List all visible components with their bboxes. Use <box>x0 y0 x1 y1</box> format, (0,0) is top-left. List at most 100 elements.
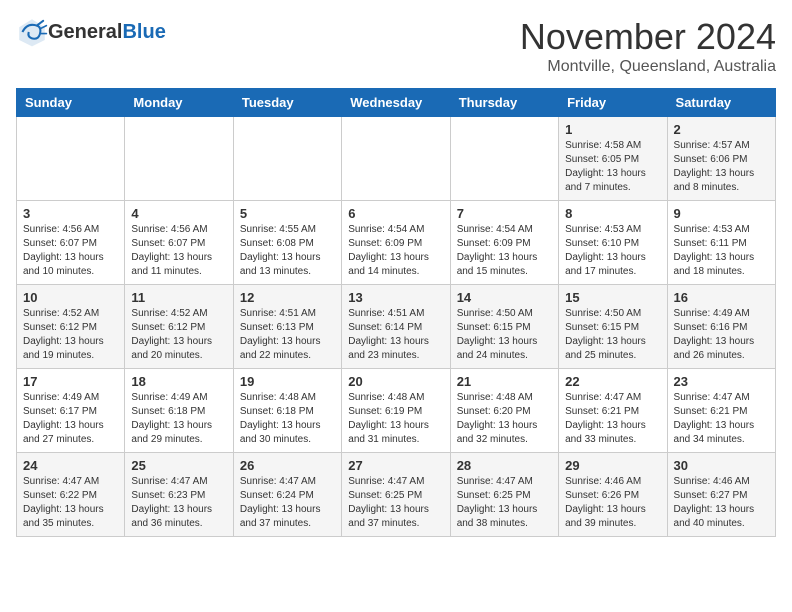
calendar-cell: 20 Sunrise: 4:48 AM Sunset: 6:19 PM Dayli… <box>342 369 450 453</box>
day-number: 12 <box>240 290 335 305</box>
logo: GeneralBlue <box>16 16 166 48</box>
calendar-week-row: 17 Sunrise: 4:49 AM Sunset: 6:17 PM Dayli… <box>17 369 776 453</box>
calendar-cell: 24 Sunrise: 4:47 AM Sunset: 6:22 PM Dayli… <box>17 453 125 537</box>
calendar-cell: 5 Sunrise: 4:55 AM Sunset: 6:08 PM Daylig… <box>233 201 341 285</box>
calendar-week-row: 10Sunrise: 4:52 AM Sunset: 6:12 PM Dayli… <box>17 285 776 369</box>
day-info: Sunrise: 4:47 AM Sunset: 6:25 PM Dayligh… <box>457 475 552 531</box>
page-header: GeneralBlue November 2024 Montville, Que… <box>16 16 776 76</box>
day-info: Sunrise: 4:47 AM Sunset: 6:22 PM Dayligh… <box>23 475 118 531</box>
day-number: 6 <box>348 206 443 221</box>
day-number: 9 <box>674 206 769 221</box>
day-info: Sunrise: 4:58 AM Sunset: 6:05 PM Dayligh… <box>565 139 660 195</box>
calendar-cell: 1Sunrise: 4:58 AM Sunset: 6:05 PM Daylig… <box>559 117 667 201</box>
day-number: 26 <box>240 458 335 473</box>
weekday-header-thursday: Thursday <box>450 89 558 117</box>
day-info: Sunrise: 4:51 AM Sunset: 6:13 PM Dayligh… <box>240 307 335 363</box>
day-info: Sunrise: 4:48 AM Sunset: 6:18 PM Dayligh… <box>240 391 335 447</box>
logo-blue-text: Blue <box>122 21 165 43</box>
weekday-header-row: SundayMondayTuesdayWednesdayThursdayFrid… <box>17 89 776 117</box>
calendar-cell: 7Sunrise: 4:54 AM Sunset: 6:09 PM Daylig… <box>450 201 558 285</box>
weekday-header-tuesday: Tuesday <box>233 89 341 117</box>
day-info: Sunrise: 4:53 AM Sunset: 6:10 PM Dayligh… <box>565 223 660 279</box>
day-info: Sunrise: 4:47 AM Sunset: 6:25 PM Dayligh… <box>348 475 443 531</box>
day-number: 28 <box>457 458 552 473</box>
day-info: Sunrise: 4:46 AM Sunset: 6:27 PM Dayligh… <box>674 475 769 531</box>
day-number: 29 <box>565 458 660 473</box>
day-number: 19 <box>240 374 335 389</box>
day-number: 5 <box>240 206 335 221</box>
calendar-week-row: 24 Sunrise: 4:47 AM Sunset: 6:22 PM Dayli… <box>17 453 776 537</box>
calendar-cell: 14 Sunrise: 4:50 AM Sunset: 6:15 PM Dayli… <box>450 285 558 369</box>
weekday-header-wednesday: Wednesday <box>342 89 450 117</box>
calendar-table: SundayMondayTuesdayWednesdayThursdayFrid… <box>16 88 776 537</box>
day-number: 18 <box>131 374 226 389</box>
day-number: 27 <box>348 458 443 473</box>
calendar-cell: 22 Sunrise: 4:47 AM Sunset: 6:21 PM Dayli… <box>559 369 667 453</box>
day-number: 14 <box>457 290 552 305</box>
calendar-cell: 9 Sunrise: 4:53 AM Sunset: 6:11 PM Daylig… <box>667 201 775 285</box>
calendar-cell: 21 Sunrise: 4:48 AM Sunset: 6:20 PM Dayli… <box>450 369 558 453</box>
calendar-cell: 27 Sunrise: 4:47 AM Sunset: 6:25 PM Dayli… <box>342 453 450 537</box>
page-subtitle: Montville, Queensland, Australia <box>520 58 776 76</box>
calendar-cell: 4Sunrise: 4:56 AM Sunset: 6:07 PM Daylig… <box>125 201 233 285</box>
day-info: Sunrise: 4:52 AM Sunset: 6:12 PM Dayligh… <box>23 307 118 363</box>
weekday-header-monday: Monday <box>125 89 233 117</box>
day-info: Sunrise: 4:48 AM Sunset: 6:19 PM Dayligh… <box>348 391 443 447</box>
day-info: Sunrise: 4:53 AM Sunset: 6:11 PM Dayligh… <box>674 223 769 279</box>
calendar-cell: 29 Sunrise: 4:46 AM Sunset: 6:26 PM Dayli… <box>559 453 667 537</box>
day-number: 21 <box>457 374 552 389</box>
calendar-cell: 10Sunrise: 4:52 AM Sunset: 6:12 PM Dayli… <box>17 285 125 369</box>
day-number: 25 <box>131 458 226 473</box>
day-info: Sunrise: 4:47 AM Sunset: 6:24 PM Dayligh… <box>240 475 335 531</box>
day-info: Sunrise: 4:49 AM Sunset: 6:18 PM Dayligh… <box>131 391 226 447</box>
page-title: November 2024 <box>520 16 776 58</box>
day-info: Sunrise: 4:51 AM Sunset: 6:14 PM Dayligh… <box>348 307 443 363</box>
day-info: Sunrise: 4:49 AM Sunset: 6:17 PM Dayligh… <box>23 391 118 447</box>
calendar-cell: 17 Sunrise: 4:49 AM Sunset: 6:17 PM Dayli… <box>17 369 125 453</box>
day-info: Sunrise: 4:47 AM Sunset: 6:21 PM Dayligh… <box>674 391 769 447</box>
calendar-cell: 6Sunrise: 4:54 AM Sunset: 6:09 PM Daylig… <box>342 201 450 285</box>
calendar-cell: 8 Sunrise: 4:53 AM Sunset: 6:10 PM Daylig… <box>559 201 667 285</box>
day-number: 24 <box>23 458 118 473</box>
calendar-cell: 16 Sunrise: 4:49 AM Sunset: 6:16 PM Dayli… <box>667 285 775 369</box>
calendar-cell <box>125 117 233 201</box>
day-number: 23 <box>674 374 769 389</box>
day-number: 7 <box>457 206 552 221</box>
day-info: Sunrise: 4:56 AM Sunset: 6:07 PM Dayligh… <box>23 223 118 279</box>
calendar-cell: 15 Sunrise: 4:50 AM Sunset: 6:15 PM Dayli… <box>559 285 667 369</box>
day-info: Sunrise: 4:49 AM Sunset: 6:16 PM Dayligh… <box>674 307 769 363</box>
day-number: 17 <box>23 374 118 389</box>
calendar-cell: 18 Sunrise: 4:49 AM Sunset: 6:18 PM Dayli… <box>125 369 233 453</box>
title-block: November 2024 Montville, Queensland, Aus… <box>520 16 776 76</box>
day-number: 20 <box>348 374 443 389</box>
calendar-cell: 2Sunrise: 4:57 AM Sunset: 6:06 PM Daylig… <box>667 117 775 201</box>
calendar-cell: 11Sunrise: 4:52 AM Sunset: 6:12 PM Dayli… <box>125 285 233 369</box>
day-number: 16 <box>674 290 769 305</box>
calendar-cell: 3 Sunrise: 4:56 AM Sunset: 6:07 PM Daylig… <box>17 201 125 285</box>
calendar-cell <box>342 117 450 201</box>
calendar-cell: 13 Sunrise: 4:51 AM Sunset: 6:14 PM Dayli… <box>342 285 450 369</box>
calendar-cell: 26 Sunrise: 4:47 AM Sunset: 6:24 PM Dayli… <box>233 453 341 537</box>
day-number: 22 <box>565 374 660 389</box>
day-info: Sunrise: 4:50 AM Sunset: 6:15 PM Dayligh… <box>457 307 552 363</box>
calendar-cell: 30 Sunrise: 4:46 AM Sunset: 6:27 PM Dayli… <box>667 453 775 537</box>
day-info: Sunrise: 4:55 AM Sunset: 6:08 PM Dayligh… <box>240 223 335 279</box>
day-number: 4 <box>131 206 226 221</box>
day-info: Sunrise: 4:46 AM Sunset: 6:26 PM Dayligh… <box>565 475 660 531</box>
day-info: Sunrise: 4:47 AM Sunset: 6:21 PM Dayligh… <box>565 391 660 447</box>
day-number: 8 <box>565 206 660 221</box>
calendar-cell <box>17 117 125 201</box>
day-number: 3 <box>23 206 118 221</box>
day-number: 2 <box>674 122 769 137</box>
calendar-cell <box>450 117 558 201</box>
logo-icon <box>16 16 48 48</box>
day-info: Sunrise: 4:48 AM Sunset: 6:20 PM Dayligh… <box>457 391 552 447</box>
day-info: Sunrise: 4:50 AM Sunset: 6:15 PM Dayligh… <box>565 307 660 363</box>
day-number: 30 <box>674 458 769 473</box>
calendar-week-row: 3 Sunrise: 4:56 AM Sunset: 6:07 PM Daylig… <box>17 201 776 285</box>
weekday-header-saturday: Saturday <box>667 89 775 117</box>
day-number: 15 <box>565 290 660 305</box>
calendar-cell: 25Sunrise: 4:47 AM Sunset: 6:23 PM Dayli… <box>125 453 233 537</box>
day-number: 13 <box>348 290 443 305</box>
day-number: 11 <box>131 290 226 305</box>
